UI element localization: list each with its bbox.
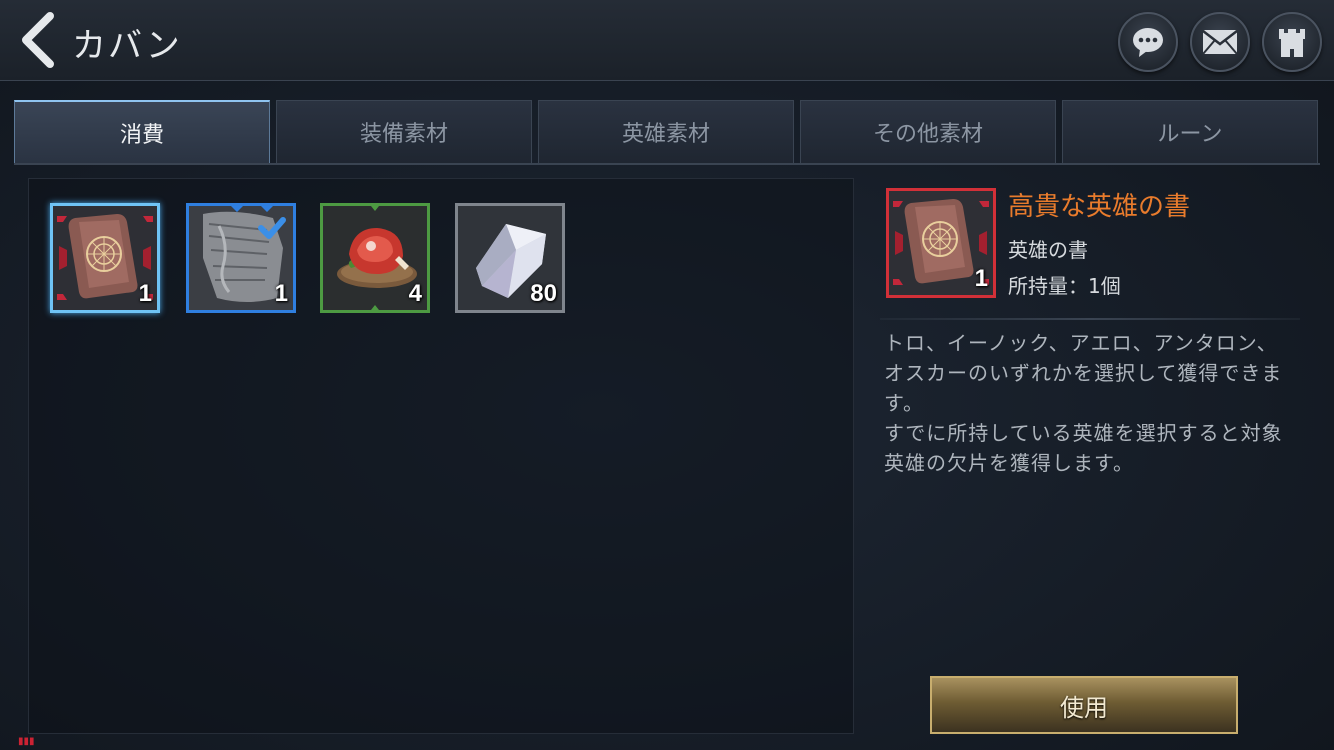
- item-count: 1: [138, 280, 152, 307]
- detail-item-type: 英雄の書: [1008, 238, 1088, 262]
- castle-button[interactable]: [1262, 12, 1322, 72]
- tab-runes[interactable]: ルーン: [1062, 100, 1318, 164]
- back-button[interactable]: [18, 10, 60, 70]
- tab-hero-materials[interactable]: 英雄素材: [538, 100, 794, 164]
- signal-indicator: ▮▮▮: [18, 736, 35, 747]
- detail-item-icon: 1: [886, 188, 996, 298]
- detail-item-quantity: 所持量：1個: [1008, 274, 1121, 298]
- item-slot-noble-hero-book[interactable]: 1: [50, 203, 160, 313]
- mail-button[interactable]: [1190, 12, 1250, 72]
- item-slot-crystal[interactable]: 80: [455, 203, 565, 313]
- detail-divider: [880, 318, 1300, 320]
- detail-description: トロ、イーノック、アエロ、アンタロン、オスカーのいずれかを選択して獲得できます。…: [884, 331, 1283, 475]
- mail-icon: [1202, 30, 1238, 55]
- page-title: カバン: [72, 26, 182, 66]
- item-count: 1: [274, 280, 288, 307]
- tab-equipment-materials[interactable]: 装備素材: [276, 100, 532, 164]
- item-slot-stone-tablet[interactable]: 1: [186, 203, 296, 313]
- tab-consumables[interactable]: 消費: [14, 100, 270, 164]
- item-count: 4: [408, 280, 422, 307]
- detail-item-count: 1: [974, 265, 988, 292]
- chevron-left-icon: [22, 12, 54, 68]
- tab-other-materials[interactable]: その他素材: [800, 100, 1056, 164]
- top-bar: カバン: [0, 0, 1334, 81]
- detail-item-name: 高貴な英雄の書: [1008, 192, 1191, 222]
- use-button[interactable]: 使用: [930, 676, 1238, 734]
- castle-icon: [1279, 29, 1305, 57]
- tab-divider: [14, 163, 1320, 165]
- chat-icon: [1133, 28, 1163, 57]
- item-count: 80: [530, 280, 557, 307]
- category-tabs: 消費 装備素材 英雄素材 その他素材 ルーン: [14, 100, 1320, 164]
- item-slot-meat[interactable]: 4: [320, 203, 430, 313]
- chat-button[interactable]: [1118, 12, 1178, 72]
